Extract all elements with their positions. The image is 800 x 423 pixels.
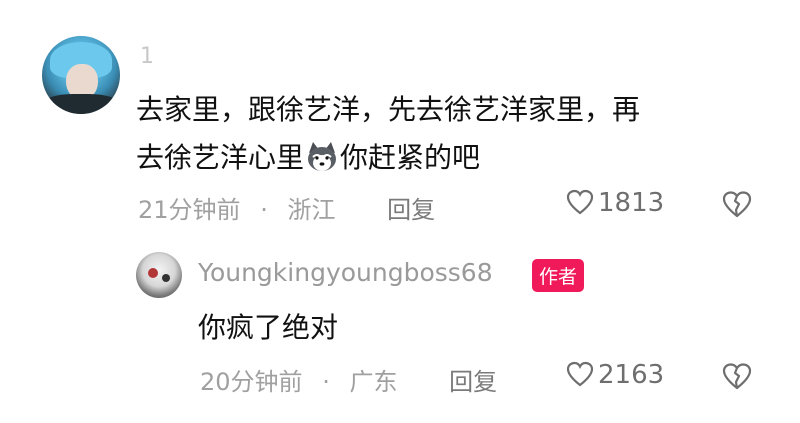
avatar-detail [148,268,158,278]
reply-meta: 20分钟前 · 广东 回复 [200,362,497,397]
avatar-detail [162,274,170,282]
comment-line-2-part-a: 去徐艺洋心里 [136,141,305,174]
comment-text: 去家里，跟徐艺洋，先去徐艺洋家里，再 去徐艺洋心里 你赶紧的吧 [136,86,756,182]
comment-like-count: 1813 [598,188,665,218]
broken-heart-icon [722,363,752,390]
broken-heart-icon [722,191,752,218]
comment-location: 浙江 [287,196,336,224]
comment-like-button[interactable]: 1813 [566,188,664,218]
comment-line-1: 去家里，跟徐艺洋，先去徐艺洋家里，再 [136,93,641,126]
meta-dot: · [322,368,330,396]
reply-dislike-button[interactable] [722,362,752,394]
heart-icon [566,361,594,387]
husky-dog-emoji-icon [308,142,337,171]
commenter-username[interactable]: 1 [140,44,154,69]
comment-dislike-button[interactable] [722,190,752,222]
reply-username[interactable]: Youngkingyoungboss68 [198,258,493,287]
reply-location: 广东 [349,368,398,396]
author-badge: 作者 [532,259,585,292]
reply-avatar[interactable] [136,252,182,298]
reply-like-count: 2163 [598,360,665,390]
meta-dot: · [260,196,268,224]
reply-time: 20分钟前 [200,368,303,396]
heart-icon [566,189,594,215]
avatar-shoulders [42,94,120,114]
comment-line-2-part-b: 你赶紧的吧 [340,141,481,174]
reply-text: 你疯了绝对 [198,311,339,344]
reply-button[interactable]: 回复 [387,190,435,225]
commenter-avatar[interactable] [42,36,120,114]
comment-line-2: 去徐艺洋心里 你赶紧的吧 [136,134,756,182]
reply-reply-button[interactable]: 回复 [449,362,497,397]
reply-like-button[interactable]: 2163 [566,360,664,390]
comment-time: 21分钟前 [138,196,241,224]
comment-meta: 21分钟前 · 浙江 回复 [138,190,435,225]
